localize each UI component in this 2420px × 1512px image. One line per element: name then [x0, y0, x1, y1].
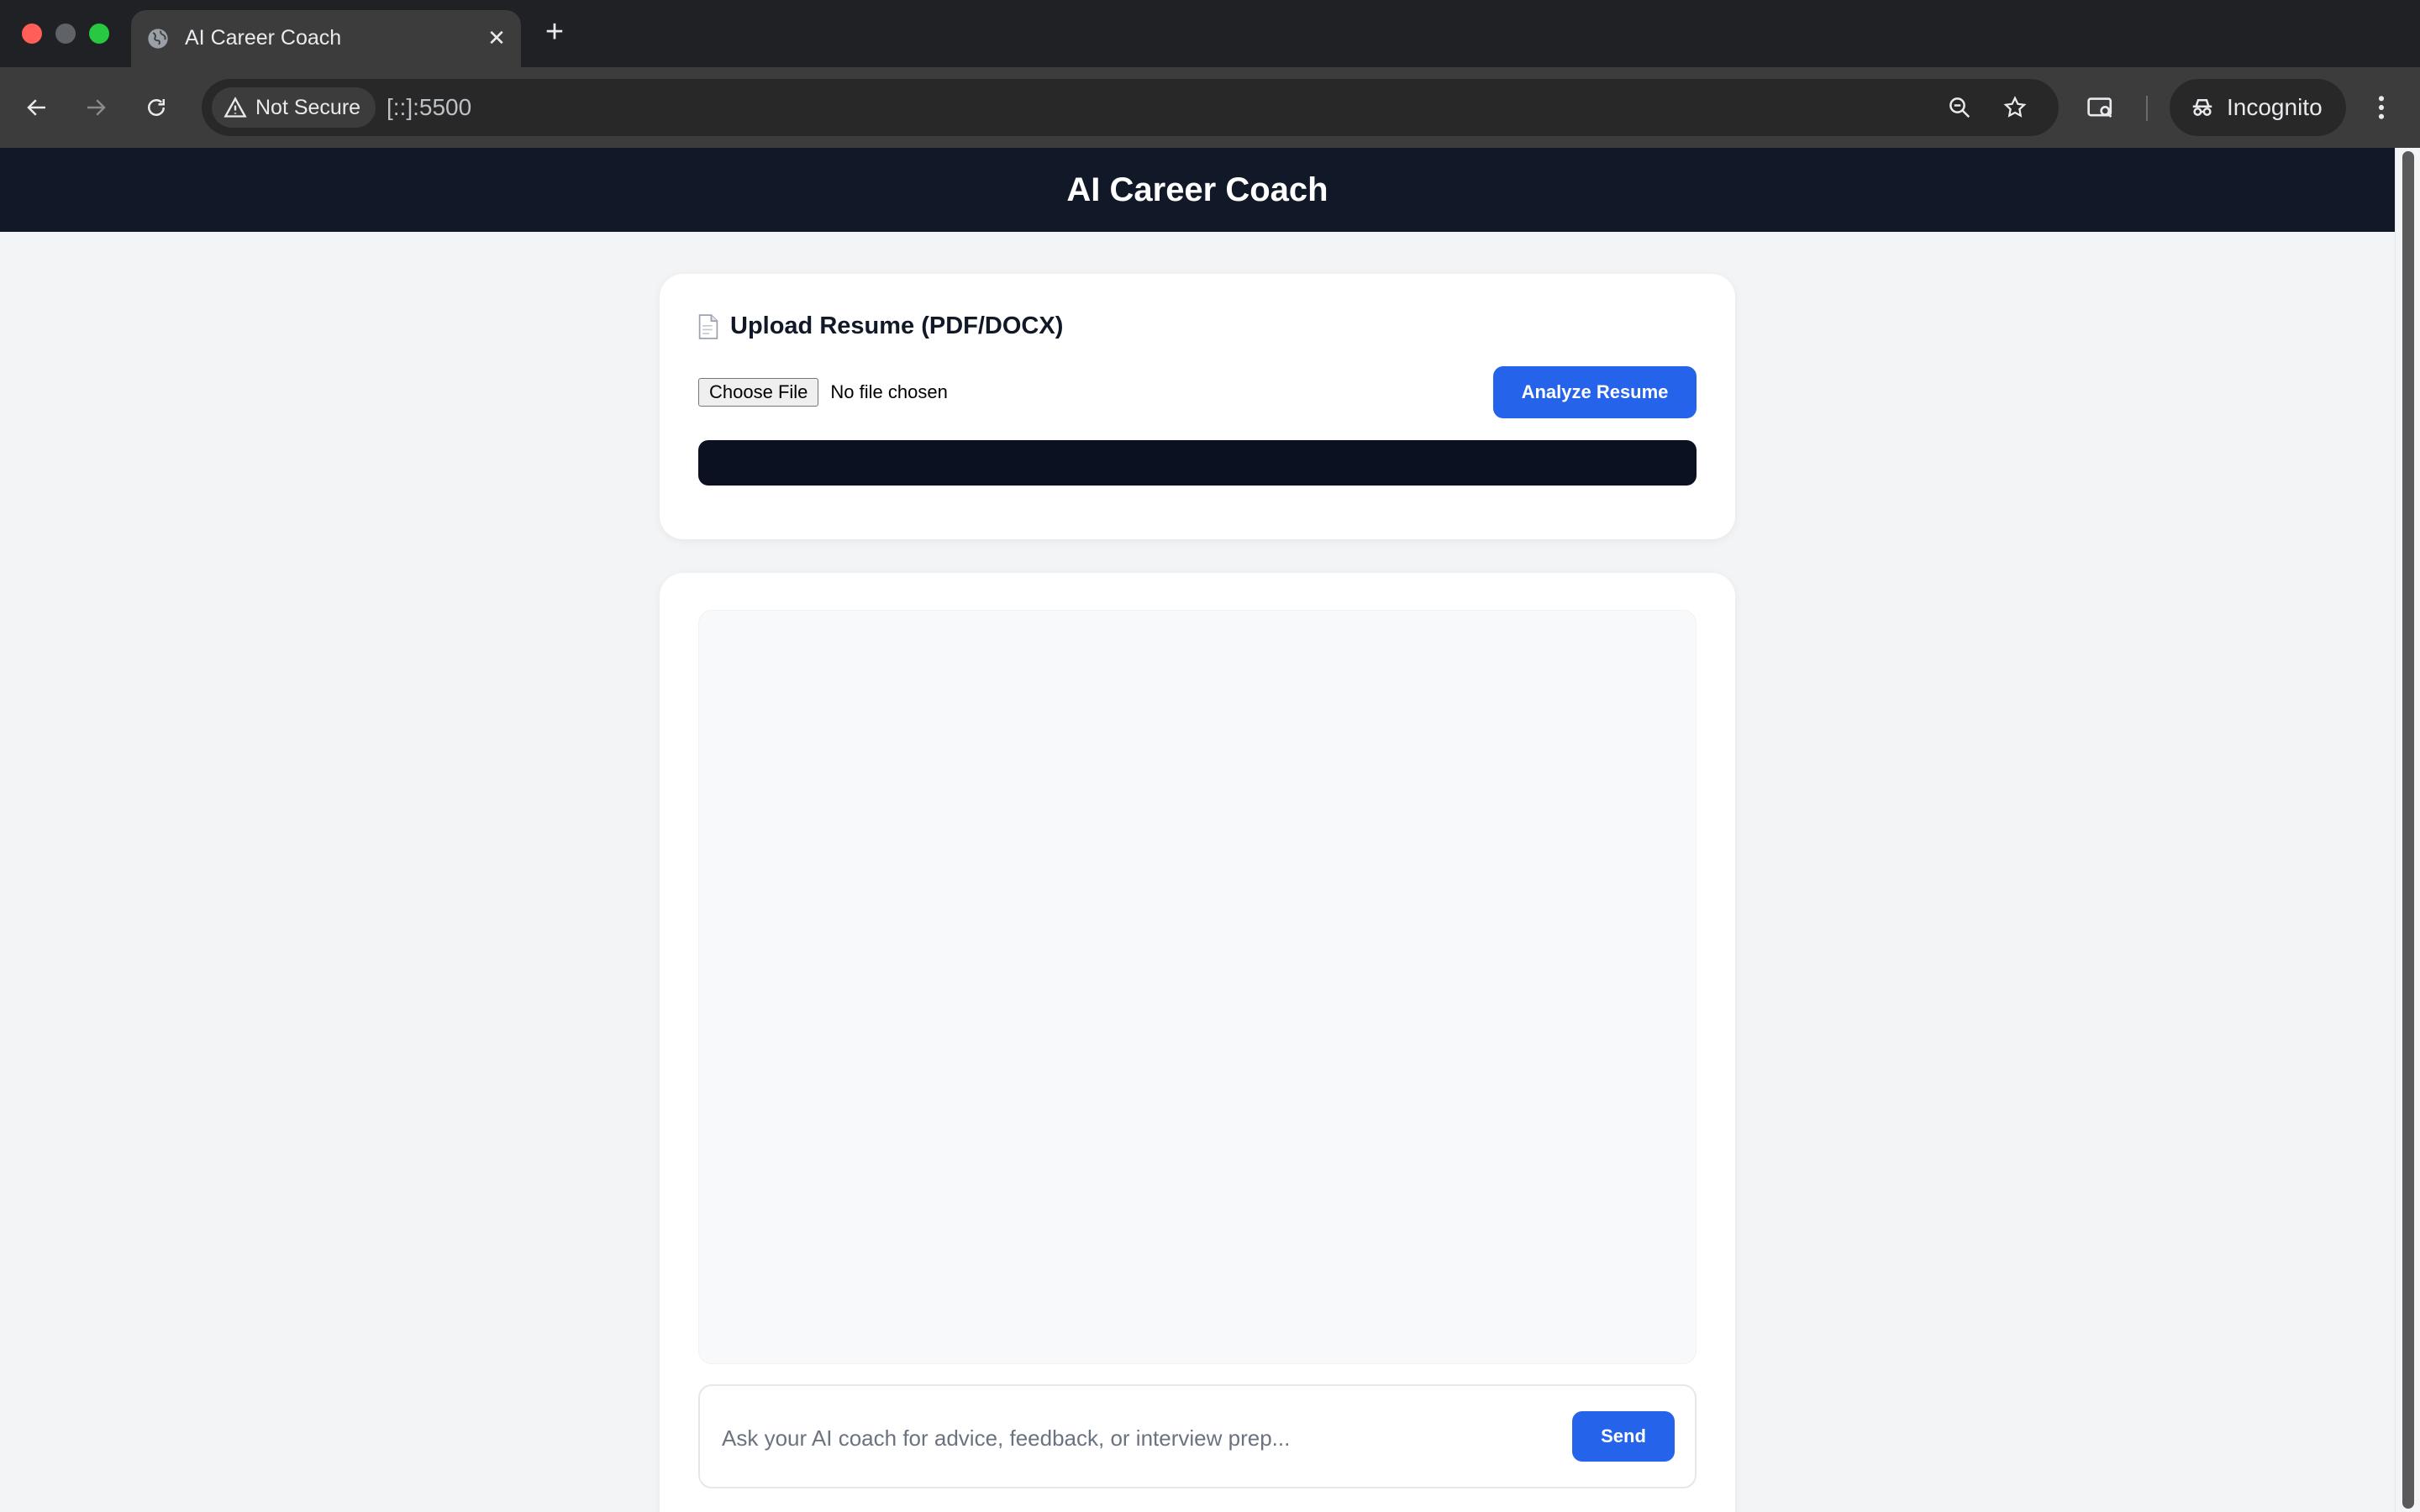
bookmark-button[interactable] — [1998, 91, 2032, 124]
chat-messages-area[interactable] — [698, 610, 1697, 1364]
upload-heading: Upload Resume (PDF/DOCX) — [698, 312, 1063, 340]
page-viewport: AI Career Coach Upload Resume (PDF/DOCX)… — [0, 148, 2420, 1512]
arrow-right-icon — [87, 99, 106, 116]
back-button[interactable] — [15, 86, 59, 129]
window-maximize-button[interactable] — [89, 24, 109, 44]
browser-menu-button[interactable] — [2360, 86, 2403, 129]
tab-close-icon[interactable]: ✕ — [482, 24, 511, 52]
page-scrollbar[interactable] — [2395, 148, 2420, 1512]
arrow-left-icon — [27, 99, 45, 116]
upload-card: Upload Resume (PDF/DOCX) Choose File No … — [660, 274, 1735, 539]
browser-toolbar: Not Secure [::]:5500 Incognito — [0, 67, 2420, 148]
toolbar-divider — [2146, 96, 2148, 121]
chat-card: Send — [660, 573, 1735, 1512]
new-tab-button[interactable]: + — [538, 15, 571, 49]
reload-button[interactable] — [134, 86, 178, 129]
window-close-button[interactable] — [22, 24, 42, 44]
tab-search-button[interactable] — [2079, 86, 2123, 129]
choose-file-button[interactable]: Choose File — [698, 378, 819, 407]
analysis-result-panel — [698, 440, 1697, 486]
send-button[interactable]: Send — [1572, 1411, 1675, 1462]
url-text[interactable]: [::]:5500 — [387, 93, 471, 122]
address-bar[interactable]: Not Secure [::]:5500 — [202, 79, 2059, 136]
forward-button[interactable] — [74, 86, 118, 129]
app-header: AI Career Coach — [0, 148, 2395, 232]
security-label: Not Secure — [255, 95, 361, 119]
more-vertical-icon — [2378, 96, 2385, 119]
file-input[interactable]: Choose File No file chosen — [698, 378, 948, 407]
chat-message-input[interactable] — [717, 1411, 1557, 1465]
window-minimize-button[interactable] — [55, 24, 76, 44]
security-indicator[interactable]: Not Secure — [212, 87, 376, 128]
tab-search-icon — [2087, 97, 2112, 118]
document-icon — [698, 313, 718, 339]
tab-title: AI Career Coach — [185, 26, 342, 50]
warning-icon — [224, 97, 247, 118]
file-status-text: No file chosen — [830, 381, 948, 402]
zoom-button[interactable] — [1943, 91, 1976, 124]
upload-title-text: Upload Resume (PDF/DOCX) — [730, 312, 1064, 339]
chat-input-container: Send — [698, 1384, 1697, 1488]
analyze-resume-button[interactable]: Analyze Resume — [1493, 366, 1697, 418]
browser-tab[interactable]: AI Career Coach ✕ — [131, 10, 521, 67]
zoom-out-icon — [1949, 97, 1970, 118]
globe-icon — [148, 29, 168, 49]
profile-label: Incognito — [2227, 94, 2323, 120]
incognito-profile-button[interactable]: Incognito — [2170, 79, 2346, 136]
star-icon — [2003, 96, 2027, 118]
page-title: AI Career Coach — [1066, 171, 1328, 208]
reload-icon — [148, 99, 165, 116]
scrollbar-thumb[interactable] — [2402, 151, 2414, 1509]
incognito-icon — [2192, 99, 2212, 116]
browser-tab-bar: AI Career Coach ✕ + — [0, 0, 2420, 67]
